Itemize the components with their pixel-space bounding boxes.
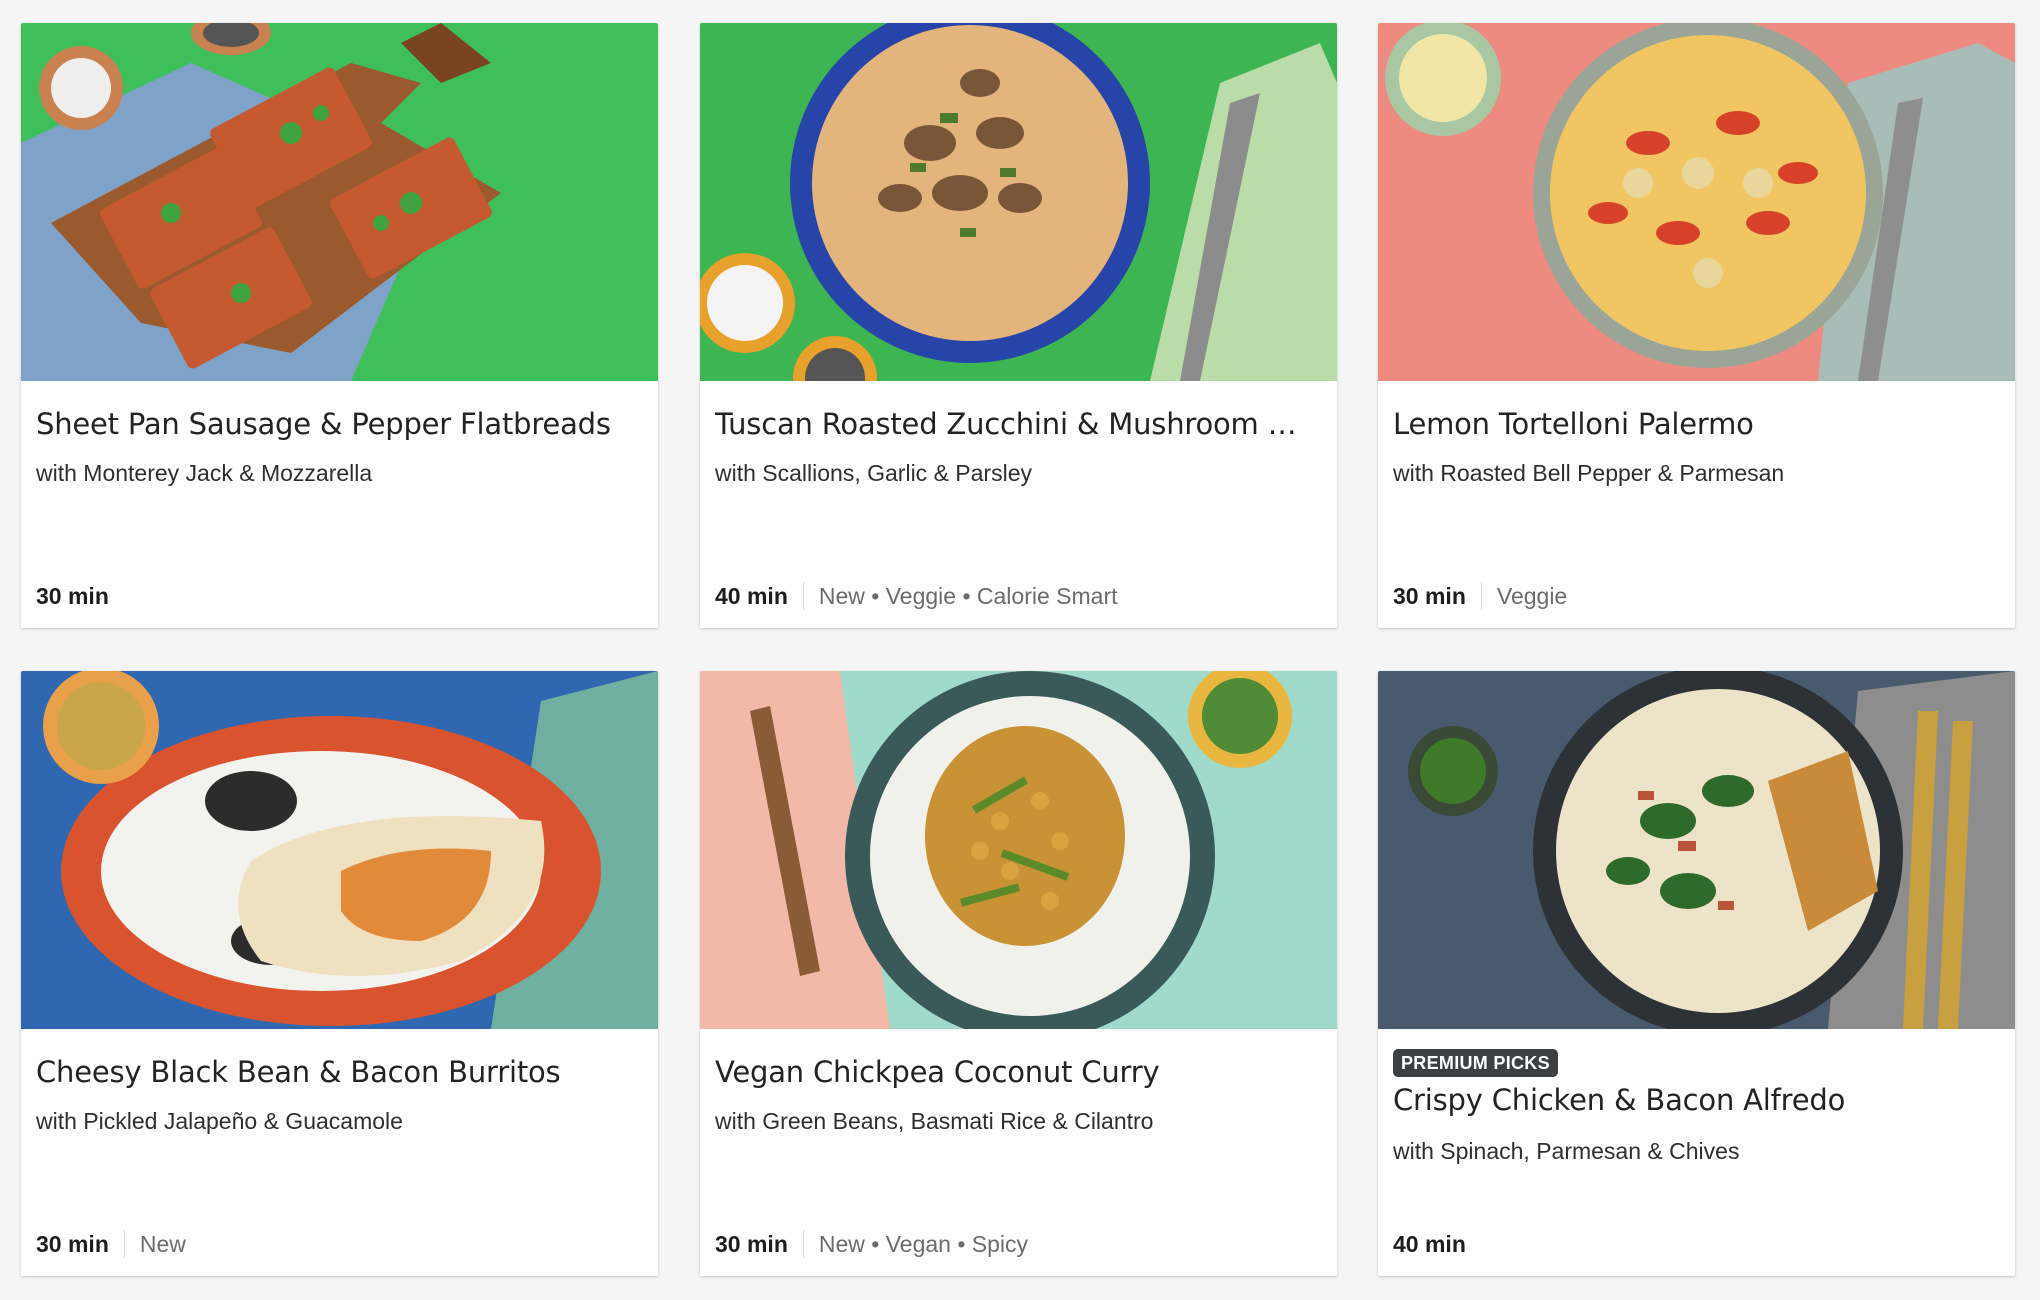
recipe-meta: 40 min New • Veggie • Calorie Smart [715,581,1118,611]
premium-badge: PREMIUM PICKS [1393,1049,1558,1077]
recipe-card[interactable]: PREMIUM PICKS Crispy Chicken & Bacon Alf… [1378,671,2015,1276]
recipe-card-body: Sheet Pan Sausage & Pepper Flatbreads wi… [21,381,658,628]
meta-divider [1480,582,1482,610]
cook-time: 30 min [715,1230,788,1257]
recipe-card-body: Tuscan Roasted Zucchini & Mushroom Risot… [700,381,1337,628]
recipe-title[interactable]: Crispy Chicken & Bacon Alfredo [1393,1083,1993,1117]
recipe-subtitle: with Monterey Jack & Mozzarella [36,460,373,486]
recipe-card[interactable]: Lemon Tortelloni Palermo with Roasted Be… [1378,23,2015,628]
recipe-photo-curry[interactable] [700,671,1337,1029]
recipe-photo-flatbread[interactable] [21,23,658,381]
recipe-subtitle: with Spinach, Parmesan & Chives [1393,1138,1740,1164]
recipe-card[interactable]: Vegan Chickpea Coconut Curry with Green … [700,671,1337,1276]
meta-divider [802,582,804,610]
recipe-card-body: Cheesy Black Bean & Bacon Burritos with … [21,1029,658,1276]
recipe-subtitle: with Scallions, Garlic & Parsley [715,460,1032,486]
recipe-meta: 40 min [1393,1229,1466,1259]
meta-divider [123,1230,125,1258]
recipe-meta: 30 min New [36,1229,186,1259]
recipe-card-body: Lemon Tortelloni Palermo with Roasted Be… [1378,381,2015,628]
cook-time: 40 min [1393,1230,1466,1257]
recipe-tags: New • Veggie • Calorie Smart [818,582,1118,609]
recipe-title[interactable]: Lemon Tortelloni Palermo [1393,407,1993,441]
recipe-tags: Veggie [1496,582,1568,609]
recipe-photo-alfredo[interactable] [1378,671,2015,1029]
recipe-card-body: Vegan Chickpea Coconut Curry with Green … [700,1029,1337,1276]
recipe-card[interactable]: Sheet Pan Sausage & Pepper Flatbreads wi… [21,23,658,628]
recipe-subtitle: with Roasted Bell Pepper & Parmesan [1393,460,1785,486]
recipe-title[interactable]: Vegan Chickpea Coconut Curry [715,1055,1315,1089]
recipe-tags: New • Vegan • Spicy [818,1230,1029,1257]
recipe-title[interactable]: Sheet Pan Sausage & Pepper Flatbreads [36,407,636,441]
cook-time: 30 min [36,1230,109,1257]
recipe-tags: New [139,1230,186,1257]
cook-time: 30 min [36,582,109,609]
recipe-title[interactable]: Cheesy Black Bean & Bacon Burritos [36,1055,636,1089]
meta-divider [802,1230,804,1258]
recipe-meta: 30 min Veggie [1393,581,1567,611]
cook-time: 30 min [1393,582,1466,609]
recipe-photo-tortelloni[interactable] [1378,23,2015,381]
recipe-meta: 30 min [36,581,109,611]
recipe-subtitle: with Green Beans, Basmati Rice & Cilantr… [715,1108,1154,1134]
recipe-card[interactable]: Tuscan Roasted Zucchini & Mushroom Risot… [700,23,1337,628]
cook-time: 40 min [715,582,788,609]
recipe-meta: 30 min New • Vegan • Spicy [715,1229,1028,1259]
recipe-photo-risotto[interactable] [700,23,1337,381]
recipe-card[interactable]: Cheesy Black Bean & Bacon Burritos with … [21,671,658,1276]
recipe-card-body: PREMIUM PICKS Crispy Chicken & Bacon Alf… [1378,1029,2015,1276]
recipe-title[interactable]: Tuscan Roasted Zucchini & Mushroom Risot… [715,407,1315,441]
recipe-subtitle: with Pickled Jalapeño & Guacamole [36,1108,403,1134]
recipe-photo-burrito[interactable] [21,671,658,1029]
